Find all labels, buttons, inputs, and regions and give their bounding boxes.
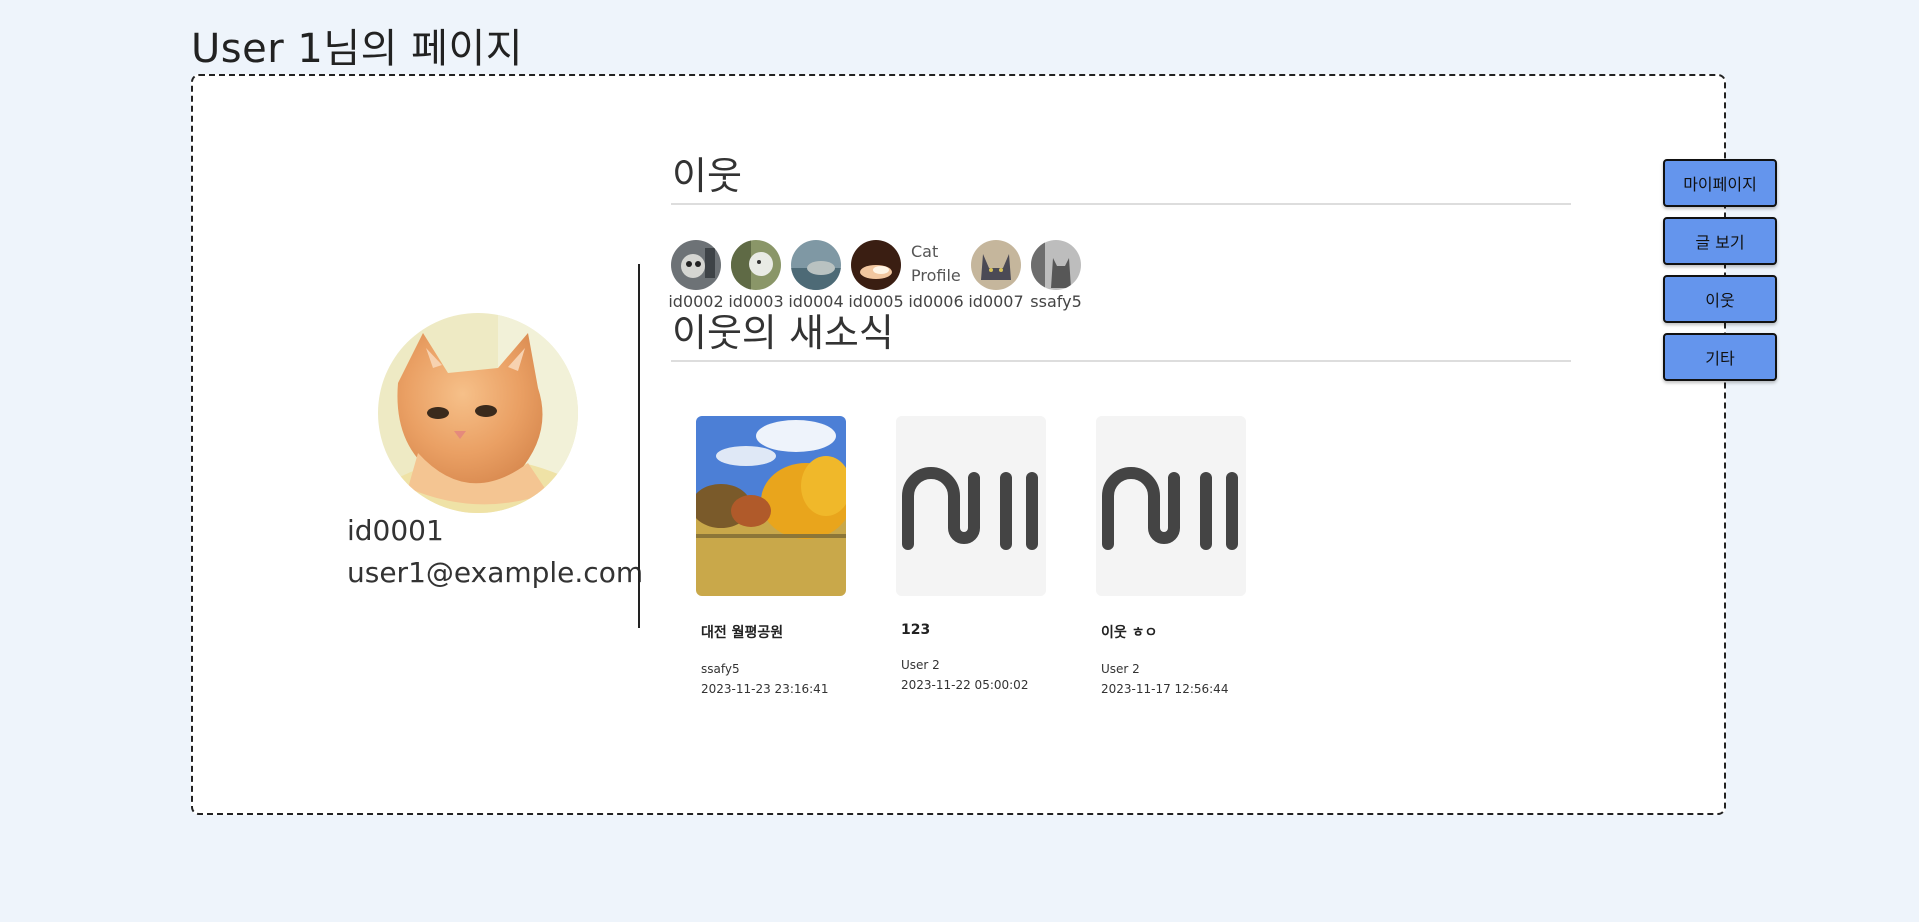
neighbor-list: id0002 id0003 id0004 id0005 Cat Profile … bbox=[668, 240, 1082, 311]
neighbor-avatar[interactable] bbox=[971, 240, 1021, 290]
post-author: ssafy5 bbox=[701, 662, 740, 676]
neighbor-item[interactable]: ssafy5 bbox=[1030, 240, 1082, 311]
neighbor-avatar[interactable] bbox=[731, 240, 781, 290]
neighbor-item[interactable]: id0007 bbox=[968, 240, 1024, 311]
neighbor-avatar-broken[interactable]: Cat Profile bbox=[911, 240, 961, 290]
post-list: 대전 월평공원 ssafy5 2023-11-23 23:16:41 123 U… bbox=[696, 416, 1246, 696]
vertical-divider bbox=[638, 264, 640, 628]
mypage-button[interactable]: 마이페이지 bbox=[1663, 159, 1777, 207]
neighbor-item[interactable]: id0002 bbox=[668, 240, 724, 311]
neighbor-label[interactable]: id0007 bbox=[968, 292, 1023, 311]
neighbors-title: 이웃 bbox=[672, 154, 742, 198]
neighbor-avatar[interactable] bbox=[671, 240, 721, 290]
neighbor-avatar[interactable] bbox=[851, 240, 901, 290]
post-title[interactable]: 이웃 ㅎㅇ bbox=[1101, 622, 1246, 642]
neighbor-item[interactable]: Cat Profile id0006 bbox=[908, 240, 963, 311]
neighbor-label[interactable]: id0006 bbox=[908, 292, 963, 311]
null-logo-thumbnail[interactable] bbox=[896, 416, 1046, 596]
neighbor-item[interactable]: id0003 bbox=[728, 240, 784, 311]
post-thumbnail[interactable] bbox=[696, 416, 846, 596]
neighbor-avatar[interactable] bbox=[791, 240, 841, 290]
profile-avatar bbox=[378, 313, 578, 513]
post-date: 2023-11-17 12:56:44 bbox=[1101, 682, 1229, 696]
post-date: 2023-11-22 05:00:02 bbox=[901, 678, 1029, 692]
news-divider bbox=[671, 360, 1571, 362]
neighbor-item[interactable]: id0004 bbox=[788, 240, 844, 311]
neighbors-divider bbox=[671, 203, 1571, 205]
view-posts-button[interactable]: 글 보기 bbox=[1663, 217, 1777, 265]
profile-id: id0001 bbox=[347, 514, 444, 547]
neighbor-label[interactable]: ssafy5 bbox=[1030, 292, 1081, 311]
neighbor-item[interactable]: id0005 bbox=[848, 240, 904, 311]
post-card[interactable]: 이웃 ㅎㅇ User 2 2023-11-17 12:56:44 bbox=[1096, 416, 1246, 696]
side-nav: 마이페이지 글 보기 이웃 기타 bbox=[1663, 159, 1777, 381]
page-title: User 1님의 페이지 bbox=[191, 26, 524, 72]
profile-email: user1@example.com bbox=[347, 556, 644, 589]
post-card[interactable]: 123 User 2 2023-11-22 05:00:02 bbox=[896, 416, 1046, 696]
news-title: 이웃의 새소식 bbox=[672, 311, 894, 355]
post-card[interactable]: 대전 월평공원 ssafy5 2023-11-23 23:16:41 bbox=[696, 416, 846, 696]
null-logo-thumbnail[interactable] bbox=[1096, 416, 1246, 596]
post-title[interactable]: 123 bbox=[901, 622, 1046, 638]
post-author: User 2 bbox=[1101, 662, 1140, 676]
post-date: 2023-11-23 23:16:41 bbox=[701, 682, 829, 696]
post-title[interactable]: 대전 월평공원 bbox=[701, 622, 846, 642]
post-author: User 2 bbox=[901, 658, 940, 672]
neighbor-avatar[interactable] bbox=[1031, 240, 1081, 290]
etc-button[interactable]: 기타 bbox=[1663, 333, 1777, 381]
neighbors-button[interactable]: 이웃 bbox=[1663, 275, 1777, 323]
